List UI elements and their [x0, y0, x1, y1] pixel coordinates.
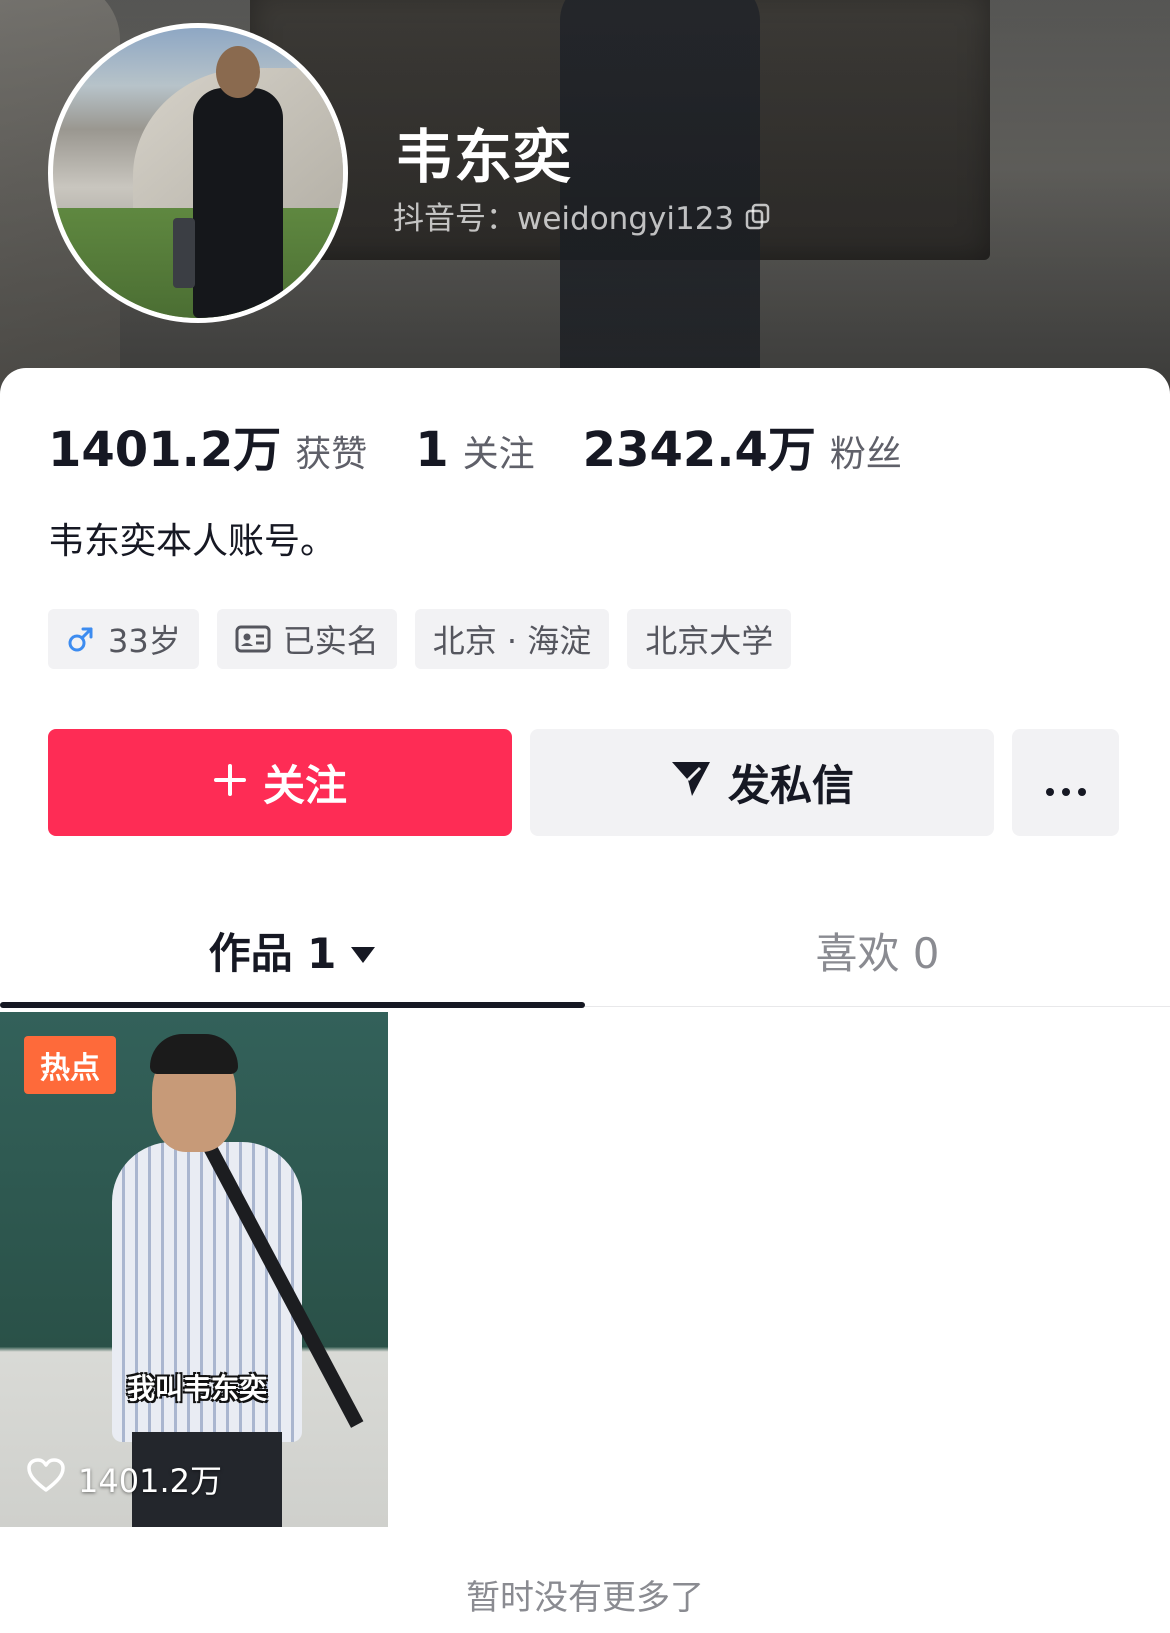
profile-name: 韦东奕 [395, 123, 573, 191]
hot-badge: 热点 [24, 1036, 116, 1094]
message-label: 发私信 [727, 761, 854, 810]
heart-icon [26, 1457, 66, 1501]
bio: 韦东奕本人账号。 [48, 521, 337, 562]
content-tabs: 作品 1 喜欢 0 [0, 895, 1170, 1007]
tag-location[interactable]: 北京 · 海淀 [414, 609, 610, 669]
avatar[interactable] [48, 23, 348, 323]
douyin-id-text: 抖音号：weidongyi123 [393, 201, 735, 237]
action-buttons: 关注 发私信 [48, 729, 1119, 836]
tag-location-text: 北京 · 海淀 [432, 622, 592, 660]
send-icon [670, 758, 712, 808]
following-label: 关注 [462, 434, 535, 475]
more-icon [1044, 758, 1088, 807]
follow-label: 关注 [262, 761, 347, 810]
stat-following[interactable]: 1 关注 [415, 422, 534, 478]
followers-label: 粉丝 [829, 434, 902, 475]
more-button[interactable] [1012, 729, 1119, 836]
followers-count: 2342.4万 [582, 422, 816, 478]
douyin-id-row[interactable]: 抖音号：weidongyi123 [393, 193, 772, 238]
male-icon [66, 624, 96, 654]
tab-works-label: 作品 1 [208, 928, 337, 978]
avatar-person-body [193, 88, 283, 318]
likes-count: 1401.2万 [48, 422, 282, 478]
stats-row: 1401.2万 获赞 1 关注 2342.4万 粉丝 [48, 410, 950, 480]
stat-likes[interactable]: 1401.2万 获赞 [48, 410, 367, 480]
video-likes: 1401.2万 [26, 1456, 222, 1502]
caret-down-icon [350, 926, 376, 975]
tab-likes-label: 喜欢 0 [815, 928, 940, 978]
tag-age: 33岁 [48, 609, 199, 669]
tag-verified[interactable]: 已实名 [216, 609, 397, 669]
video-likes-count: 1401.2万 [78, 1462, 222, 1500]
plus-icon [213, 758, 247, 807]
tag-verified-text: 已实名 [282, 622, 379, 660]
tags-row: 33岁 已实名 北京 · 海淀 北京大学 [48, 609, 792, 669]
copy-icon[interactable] [744, 202, 772, 230]
stat-followers[interactable]: 2342.4万 粉丝 [583, 410, 902, 480]
avatar-bag [173, 218, 195, 288]
video-caption: 我叫韦东奕 [127, 1372, 268, 1405]
follow-button[interactable]: 关注 [48, 729, 512, 836]
tab-likes[interactable]: 喜欢 0 [585, 895, 1170, 1005]
no-more-text: 暂时没有更多了 [466, 1578, 704, 1618]
id-card-icon [235, 624, 271, 654]
following-count: 1 [415, 422, 449, 478]
tab-indicator [0, 1002, 585, 1008]
tag-school[interactable]: 北京大学 [627, 609, 792, 669]
tab-works[interactable]: 作品 1 [0, 895, 585, 1005]
tag-age-text: 33岁 [108, 622, 181, 660]
message-button[interactable]: 发私信 [530, 729, 994, 836]
video-person-hair [150, 1034, 238, 1074]
likes-label: 获赞 [295, 434, 368, 475]
tag-school-text: 北京大学 [645, 622, 774, 660]
avatar-person-head [216, 46, 260, 98]
